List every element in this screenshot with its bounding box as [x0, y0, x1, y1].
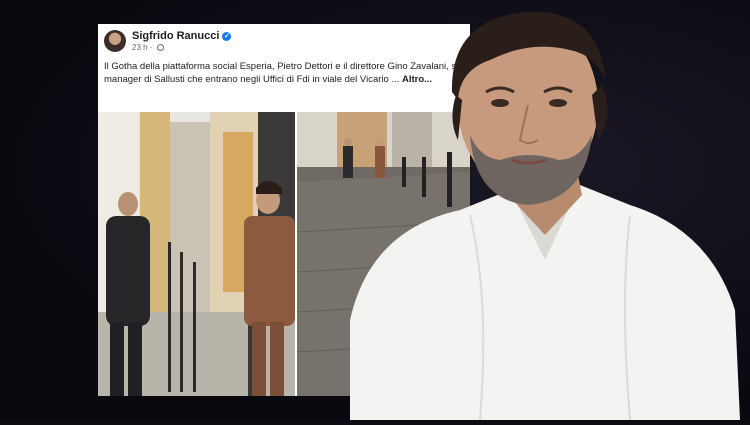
- author-name-row: Sigfrido Ranucci ✓: [132, 30, 232, 42]
- author-name[interactable]: Sigfrido Ranucci: [132, 30, 219, 42]
- globe-icon: [156, 44, 164, 52]
- street-scene-left: [98, 112, 295, 396]
- man-portrait-image: [350, 11, 740, 421]
- portrait-photo: [330, 0, 750, 421]
- author-avatar[interactable]: [104, 30, 126, 52]
- verified-badge-icon: ✓: [222, 31, 232, 41]
- post-meta: 23 h ·: [132, 43, 164, 52]
- post-time[interactable]: 23 h: [132, 43, 148, 52]
- video-frame-left[interactable]: [98, 112, 295, 396]
